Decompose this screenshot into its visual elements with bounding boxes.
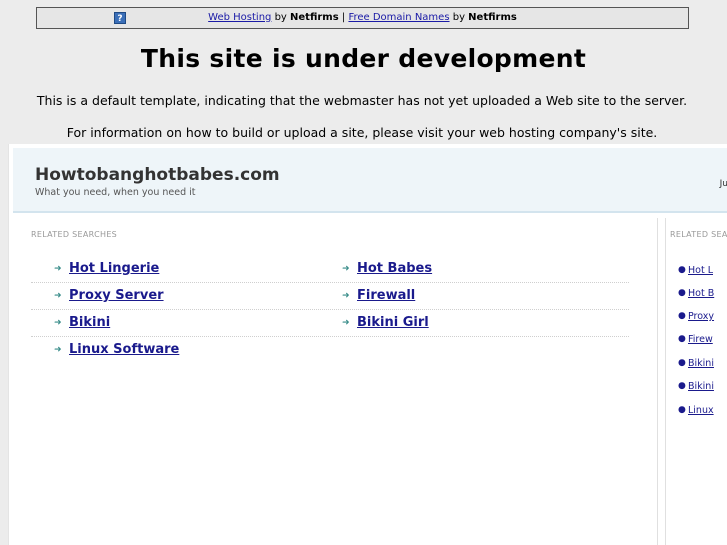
search-item[interactable]: ➜ Linux Software	[54, 342, 179, 357]
bullet-icon: ●	[678, 311, 686, 321]
bullet-icon: ●	[678, 358, 686, 368]
sidebar-link[interactable]: Proxy	[688, 311, 714, 322]
site-title: Howtobanghotbabes.com	[35, 165, 280, 185]
sidebar-item[interactable]: ● Linux	[678, 405, 714, 416]
sidebar-related-searches: RELATED SEA ● Hot L ● Hot B ● Proxy ● Firew …	[665, 218, 727, 545]
related-searches-title: RELATED SEARCHES	[31, 230, 118, 239]
web-hosting-link[interactable]: Web Hosting	[208, 12, 271, 23]
search-item[interactable]: ➜ Hot Babes	[342, 261, 432, 276]
arrow-icon: ➜	[54, 345, 62, 355]
header-right-text: Ju	[719, 179, 727, 189]
banner-separator: |	[341, 12, 346, 23]
related-searches-grid: ➜ Hot Lingerie ➜ Hot Babes ➜ Proxy Server ➜…	[31, 256, 629, 364]
search-link[interactable]: Proxy Server	[69, 288, 164, 303]
search-item[interactable]: ➜ Hot Lingerie	[54, 261, 159, 276]
arrow-icon: ➜	[342, 291, 350, 301]
page-title: This site is under development	[140, 44, 587, 73]
banner-by-text: by	[274, 12, 287, 23]
sidebar-link[interactable]: Firew	[688, 334, 713, 345]
site-tagline: What you need, when you need it	[35, 187, 196, 198]
free-domain-names-link[interactable]: Free Domain Names	[348, 12, 449, 23]
search-item[interactable]: ➜ Proxy Server	[54, 288, 164, 303]
search-row: ➜ Proxy Server ➜ Firewall	[31, 283, 629, 310]
bullet-icon: ●	[678, 265, 686, 275]
sidebar-item[interactable]: ● Hot B	[678, 288, 714, 299]
bullet-icon: ●	[678, 405, 686, 415]
sidebar-item[interactable]: ● Proxy	[678, 311, 714, 322]
arrow-icon: ➜	[54, 291, 62, 301]
arrow-icon: ➜	[342, 318, 350, 328]
parked-header: Howtobanghotbabes.com What you need, whe…	[13, 148, 727, 213]
search-row: ➜ Hot Lingerie ➜ Hot Babes	[31, 256, 629, 283]
sidebar-item[interactable]: ● Hot L	[678, 265, 713, 276]
search-link[interactable]: Bikini Girl	[357, 315, 429, 330]
bullet-icon: ●	[678, 381, 686, 391]
banner-brand: Netfirms	[290, 12, 339, 23]
bullet-icon: ●	[678, 288, 686, 298]
search-link[interactable]: Linux Software	[69, 342, 179, 357]
info-text-2: For information on how to build or uploa…	[66, 125, 658, 140]
sidebar-link[interactable]: Hot L	[688, 265, 713, 276]
search-item[interactable]: ➜ Firewall	[342, 288, 415, 303]
search-link[interactable]: Firewall	[357, 288, 415, 303]
search-row: ➜ Linux Software	[31, 337, 629, 364]
parked-page-frame: Howtobanghotbabes.com What you need, whe…	[8, 144, 727, 545]
search-item[interactable]: ➜ Bikini	[54, 315, 110, 330]
search-link[interactable]: Hot Lingerie	[69, 261, 159, 276]
sidebar-link[interactable]: Linux	[688, 405, 714, 416]
hosting-banner: ? Web Hosting by Netfirms | Free Domain …	[36, 7, 689, 29]
banner-brand: Netfirms	[468, 12, 517, 23]
search-row: ➜ Bikini ➜ Bikini Girl	[31, 310, 629, 337]
banner-by-text: by	[452, 12, 465, 23]
info-text-1: This is a default template, indicating t…	[36, 93, 688, 108]
related-searches-panel: RELATED SEARCHES ➜ Hot Lingerie ➜ Hot Babe…	[13, 218, 658, 545]
sidebar-item[interactable]: ● Bikini	[678, 381, 714, 392]
search-item[interactable]: ➜ Bikini Girl	[342, 315, 429, 330]
arrow-icon: ➜	[54, 318, 62, 328]
bullet-icon: ●	[678, 334, 686, 344]
search-link[interactable]: Bikini	[69, 315, 110, 330]
help-icon[interactable]: ?	[114, 12, 126, 24]
arrow-icon: ➜	[54, 264, 62, 274]
sidebar-title: RELATED SEA	[670, 230, 727, 239]
sidebar-item[interactable]: ● Bikini	[678, 358, 714, 369]
sidebar-item[interactable]: ● Firew	[678, 334, 713, 345]
sidebar-link[interactable]: Bikini	[688, 381, 714, 392]
sidebar-link[interactable]: Hot B	[688, 288, 714, 299]
sidebar-link[interactable]: Bikini	[688, 358, 714, 369]
arrow-icon: ➜	[342, 264, 350, 274]
search-link[interactable]: Hot Babes	[357, 261, 432, 276]
